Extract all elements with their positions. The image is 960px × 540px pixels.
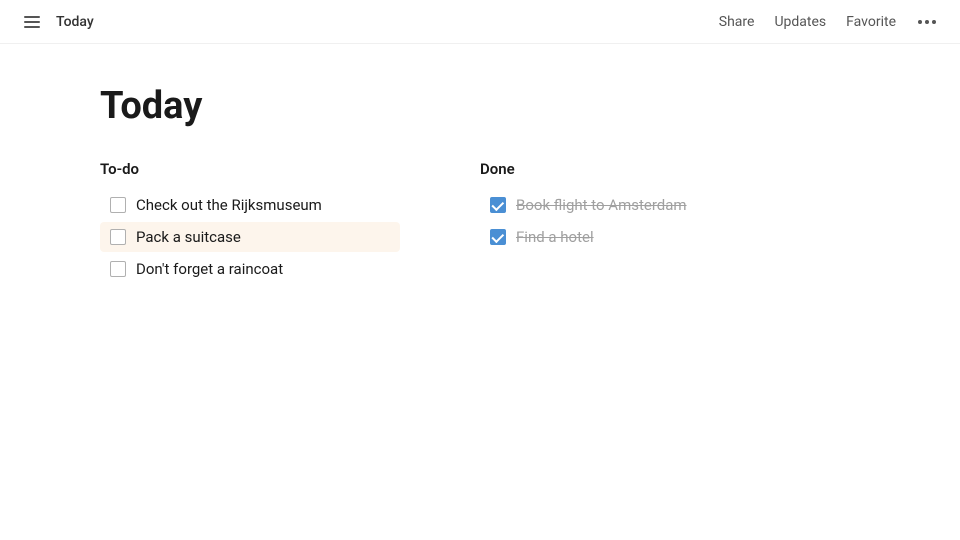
todo-item[interactable]: Don't forget a raincoat xyxy=(100,254,400,284)
more-options-icon[interactable] xyxy=(914,16,940,28)
page-title: Today xyxy=(100,84,860,128)
done-checkbox-1[interactable] xyxy=(490,197,506,213)
done-column: Done Book flight to Amsterdam Find a hot… xyxy=(480,160,780,284)
done-text-2: Find a hotel xyxy=(516,228,594,246)
topbar-right: Share Updates Favorite xyxy=(717,10,940,34)
todo-text-2: Pack a suitcase xyxy=(136,228,241,246)
todo-text-3: Don't forget a raincoat xyxy=(136,260,283,278)
topbar: Today Share Updates Favorite xyxy=(0,0,960,44)
done-list: Book flight to Amsterdam Find a hotel xyxy=(480,190,780,252)
done-checkbox-2[interactable] xyxy=(490,229,506,245)
todo-item[interactable]: Pack a suitcase xyxy=(100,222,400,252)
todo-column: To-do Check out the Rijksmuseum Pack a s… xyxy=(100,160,400,284)
done-column-title: Done xyxy=(480,160,780,178)
done-text-1: Book flight to Amsterdam xyxy=(516,196,687,214)
todo-checkbox-2[interactable] xyxy=(110,229,126,245)
todo-list: Check out the Rijksmuseum Pack a suitcas… xyxy=(100,190,400,284)
todo-text-1: Check out the Rijksmuseum xyxy=(136,196,322,214)
topbar-left: Today xyxy=(20,12,94,32)
todo-item[interactable]: Check out the Rijksmuseum xyxy=(100,190,400,220)
share-button[interactable]: Share xyxy=(717,10,757,34)
main-content: Today To-do Check out the Rijksmuseum Pa… xyxy=(0,44,960,324)
menu-icon[interactable] xyxy=(20,12,44,32)
todo-column-title: To-do xyxy=(100,160,400,178)
columns: To-do Check out the Rijksmuseum Pack a s… xyxy=(100,160,860,284)
done-item[interactable]: Book flight to Amsterdam xyxy=(480,190,780,220)
favorite-button[interactable]: Favorite xyxy=(844,10,898,34)
done-item[interactable]: Find a hotel xyxy=(480,222,780,252)
todo-checkbox-1[interactable] xyxy=(110,197,126,213)
updates-button[interactable]: Updates xyxy=(772,10,828,34)
topbar-title: Today xyxy=(56,14,94,30)
todo-checkbox-3[interactable] xyxy=(110,261,126,277)
